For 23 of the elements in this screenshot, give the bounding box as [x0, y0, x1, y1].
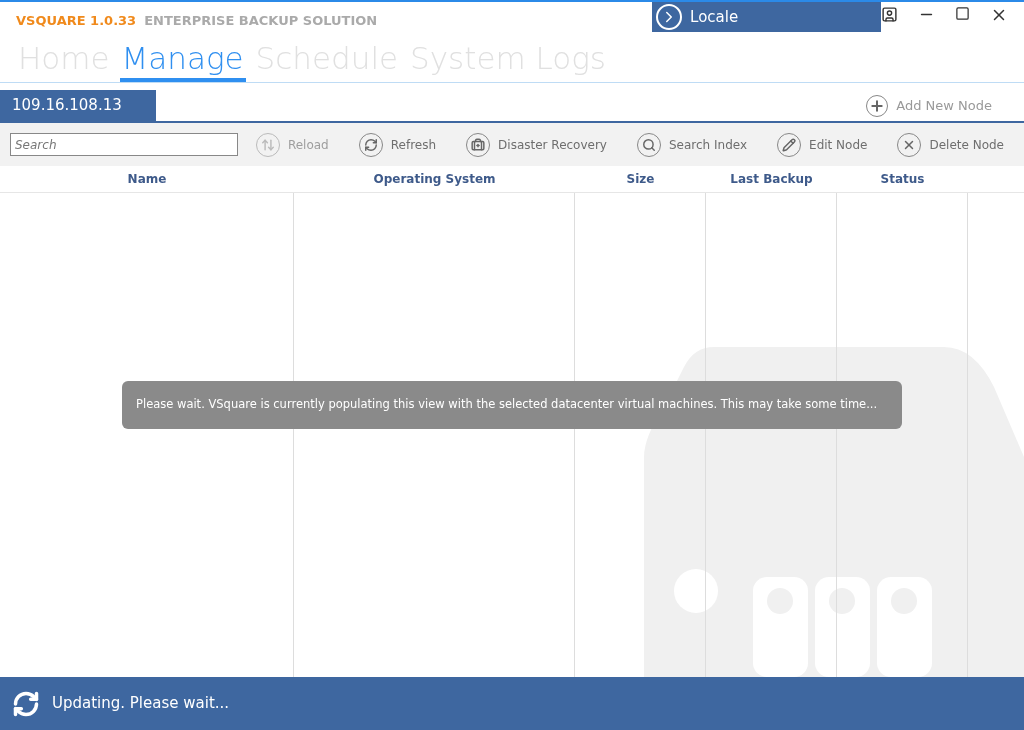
toolbar-button[interactable]: Refresh	[354, 132, 441, 157]
maximize-icon[interactable]	[955, 6, 970, 21]
column-header[interactable]: Status	[837, 166, 968, 192]
app-name: VSQUARE 1.0.33	[16, 11, 137, 30]
nav-tab[interactable]: Manage	[119, 43, 246, 82]
search-field[interactable]: Search	[10, 133, 238, 156]
locale-button[interactable]: Locale	[652, 2, 881, 32]
node-tab[interactable]: 109.16.108.13	[0, 90, 156, 121]
status-text: Updating. Please wait...	[52, 693, 230, 715]
profile-icon[interactable]	[881, 6, 898, 23]
column-header[interactable]: Name	[0, 166, 294, 192]
toolbar-button[interactable]: Search Index	[633, 132, 752, 157]
toolbar-button[interactable]: Disaster Recovery	[462, 132, 611, 157]
toolbar-button[interactable]: Edit Node	[773, 132, 872, 157]
column-header[interactable]: Operating System	[294, 166, 575, 192]
column-header[interactable]: Size	[575, 166, 706, 192]
app-subtitle: ENTERPRISE BACKUP SOLUTION	[144, 11, 378, 30]
add-node-button[interactable]: Add New Node	[866, 95, 992, 117]
refresh-icon	[12, 689, 40, 718]
toolbar-button[interactable]: Delete Node	[893, 132, 1008, 157]
loading-message: Please wait. VSquare is currently populating this view with the selected datacenter virtual machines. This may take some time...	[136, 396, 878, 414]
column-header[interactable]: Last Backup	[706, 166, 837, 192]
chevron-icon	[656, 4, 683, 30]
